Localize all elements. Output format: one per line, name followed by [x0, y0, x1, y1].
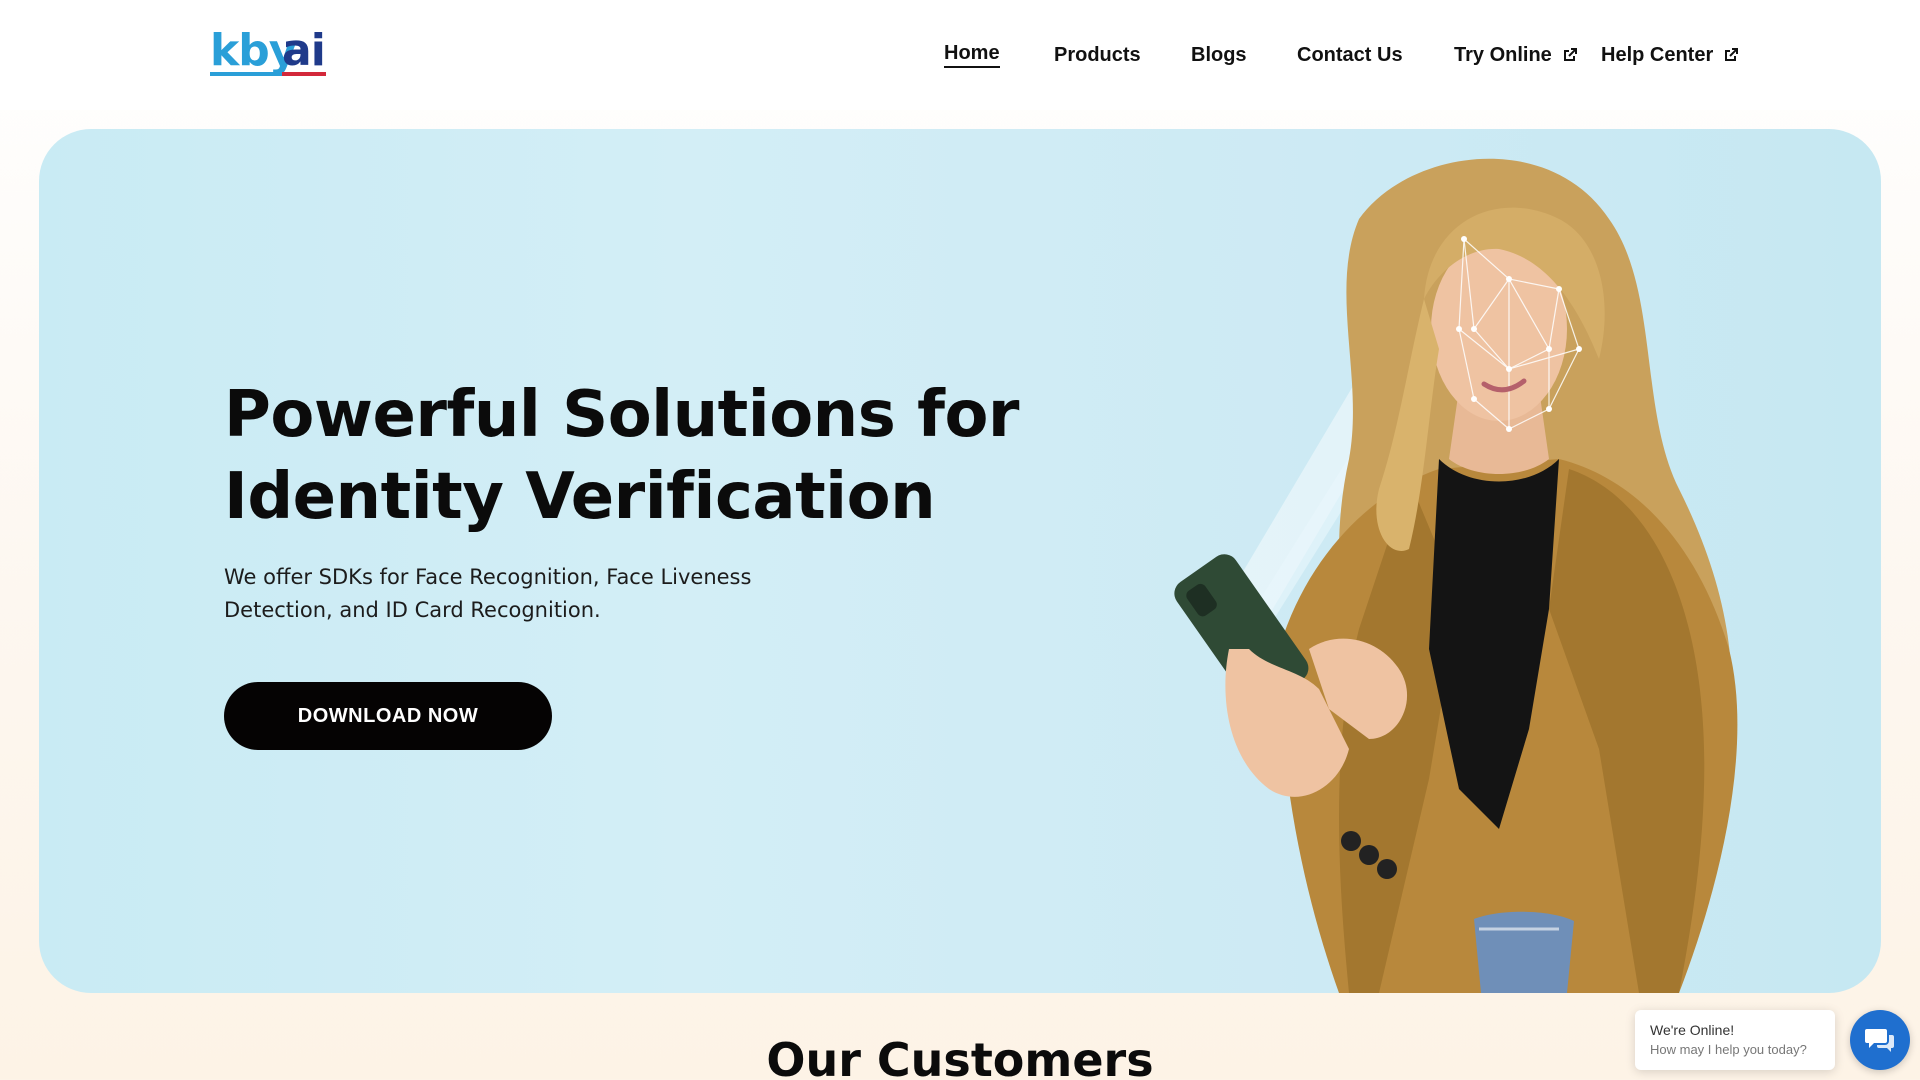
chat-launcher-button[interactable]: [1850, 1010, 1910, 1070]
nav-home[interactable]: Home: [944, 40, 1000, 70]
external-link-icon: [1725, 48, 1739, 61]
our-customers-heading: Our Customers: [766, 1033, 1154, 1080]
nav-try-online[interactable]: Try Online: [1454, 40, 1580, 70]
nav-home-label: Home: [944, 42, 1000, 68]
woman-with-phone-image: [1174, 158, 1738, 993]
logo-underline-blue: [210, 72, 282, 76]
nav-products-label: Products: [1054, 43, 1141, 66]
nav-help-center-label: Help Center: [1601, 43, 1714, 66]
hero-title-line1: Powerful Solutions for: [224, 378, 1019, 452]
nav-blogs-label: Blogs: [1191, 43, 1247, 66]
hero-title-line2: Identity Verification: [224, 460, 936, 534]
nav-try-online-label: Try Online: [1454, 43, 1552, 66]
main-nav: Home Products Blogs Contact Us Try Onlin…: [0, 40, 1920, 70]
nav-contact-label: Contact Us: [1297, 43, 1403, 66]
hero-subtitle: We offer SDKs for Face Recognition, Face…: [224, 565, 752, 622]
chat-status: We're Online!: [1650, 1022, 1735, 1038]
logo-underline-red: [282, 72, 326, 76]
nav-contact-us[interactable]: Contact Us: [1297, 40, 1403, 70]
chat-bubble[interactable]: We're Online! How may I help you today?: [1635, 1010, 1835, 1070]
nav-help-center[interactable]: Help Center: [1601, 40, 1741, 70]
download-now-button[interactable]: DOWNLOAD NOW: [224, 682, 552, 750]
nav-products[interactable]: Products: [1054, 40, 1141, 70]
chat-icon: [1865, 1029, 1894, 1052]
nav-blogs[interactable]: Blogs: [1191, 40, 1247, 70]
chat-message: How may I help you today?: [1650, 1042, 1807, 1057]
site-header: kby ai Home Products Blogs Contact Us Tr…: [0, 0, 1920, 110]
external-link-icon: [1563, 48, 1577, 61]
hero-section: Powerful Solutions for Identity Verifica…: [39, 129, 1881, 993]
hero-title: Powerful Solutions for Identity Verifica…: [224, 374, 1124, 538]
